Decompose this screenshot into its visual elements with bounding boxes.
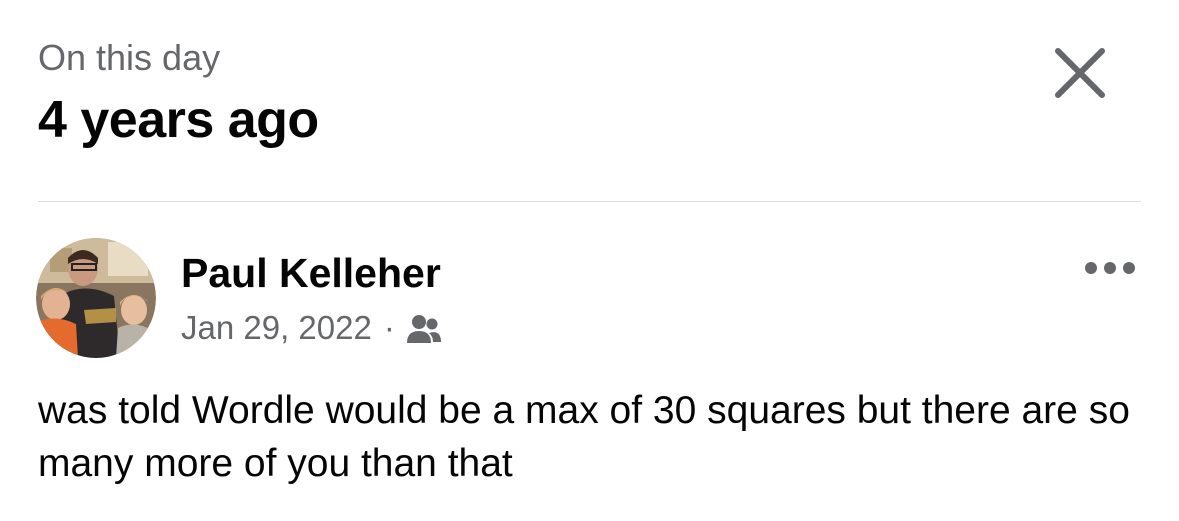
meta-separator: · — [383, 309, 395, 346]
post-meta: Jan 29, 2022 · — [181, 306, 441, 350]
memory-header: On this day 4 years ago — [38, 36, 319, 150]
post-author-name[interactable]: Paul Kelleher — [181, 247, 441, 299]
header-divider — [38, 201, 1141, 202]
friends-icon[interactable] — [406, 312, 441, 344]
memory-title: 4 years ago — [38, 91, 319, 149]
post-date[interactable]: Jan 29, 2022 — [181, 306, 372, 350]
memory-subtitle: On this day — [38, 37, 221, 78]
close-icon — [1055, 48, 1105, 98]
post-text: was told Wordle would be a max of 30 squ… — [38, 389, 1130, 485]
profile-photo — [36, 238, 156, 358]
more-options-button[interactable] — [1083, 258, 1137, 278]
avatar[interactable] — [36, 238, 156, 358]
more-icon — [1085, 262, 1135, 274]
close-button[interactable] — [1053, 46, 1107, 100]
